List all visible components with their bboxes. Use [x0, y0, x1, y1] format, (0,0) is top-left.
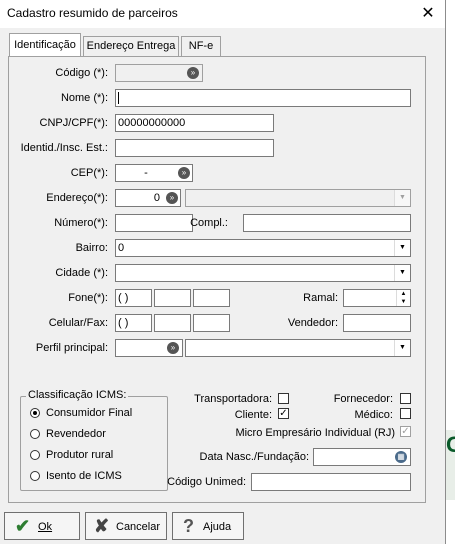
cnpj-label: CNPJ/CPF(*): — [39, 117, 108, 129]
transportadora-label: Transportadora: — [194, 393, 272, 405]
icms-group-title: Classificação ICMS: — [26, 389, 129, 401]
cancel-button[interactable]: ✘ Cancelar — [85, 512, 167, 540]
perfil-combo[interactable]: ▼ — [185, 339, 411, 357]
bairro-combo[interactable]: 0 ▼ — [115, 239, 411, 257]
celular-label: Celular/Fax: — [48, 317, 108, 329]
celular-ddd-field[interactable]: ( ) — [115, 314, 152, 332]
title-bar: Cadastro resumido de parceiros ✕ — [0, 0, 445, 28]
cliente-label: Cliente: — [234, 409, 272, 421]
help-button[interactable]: ? Ajuda — [172, 512, 244, 540]
numero-field[interactable] — [115, 214, 193, 232]
perfil-label: Perfil principal: — [35, 342, 108, 354]
codigo-label: Código (*): — [55, 67, 108, 79]
tab-nfe[interactable]: NF-e — [181, 36, 221, 56]
cnpj-field[interactable]: 00000000000 — [115, 114, 274, 132]
cep-lookup-icon[interactable]: » — [178, 167, 190, 179]
radio-produtor-rural-label: Produtor rural — [46, 449, 114, 461]
chevron-down-icon[interactable]: ▼ — [394, 265, 410, 281]
radio-isento-icms[interactable] — [30, 471, 40, 481]
cidade-label: Cidade (*): — [55, 267, 108, 279]
transportadora-checkbox[interactable] — [278, 393, 289, 404]
cliente-checkbox[interactable]: ✓ — [278, 408, 289, 419]
tab-identificacao[interactable]: Identificação — [9, 33, 81, 57]
radio-consumidor-final-label: Consumidor Final — [46, 407, 133, 419]
chevron-down-icon[interactable]: ▼ — [394, 240, 410, 256]
cep-label: CEP(*): — [70, 167, 108, 179]
perfil-lookup-icon[interactable]: » — [167, 342, 179, 354]
codigo-unimed-label: Código Unimed: — [167, 476, 246, 488]
data-nasc-label: Data Nasc./Fundação: — [199, 451, 309, 463]
celular-prefix-field[interactable] — [154, 314, 191, 332]
nome-field[interactable] — [115, 89, 411, 107]
radio-revendedor-label: Revendedor — [46, 428, 106, 440]
ok-button[interactable]: ✔ Ok — [4, 512, 80, 540]
calendar-icon[interactable]: ▦ — [395, 451, 407, 463]
question-icon: ? — [183, 516, 194, 536]
check-icon: ✔ — [15, 516, 31, 536]
cidade-combo[interactable]: ▼ — [115, 264, 411, 282]
endereco-lookup-icon[interactable]: » — [166, 192, 178, 204]
nome-label: Nome (*): — [60, 92, 108, 104]
fornecedor-checkbox[interactable] — [400, 393, 411, 404]
codigo-unimed-field[interactable] — [251, 473, 411, 491]
radio-revendedor[interactable] — [30, 429, 40, 439]
data-nasc-field[interactable]: ▦ — [313, 448, 411, 466]
perfil-code-field[interactable]: » — [115, 339, 183, 357]
medico-checkbox[interactable] — [400, 408, 411, 419]
radio-isento-icms-label: Isento de ICMS — [46, 470, 122, 482]
fone-ddd-field[interactable]: ( ) — [115, 289, 152, 307]
chevron-down-icon[interactable]: ▼ — [394, 190, 410, 206]
dialog-window: Cadastro resumido de parceiros ✕ Identif… — [0, 0, 446, 544]
compl-label: Compl.: — [190, 217, 228, 229]
identid-label: Identid./Insc. Est.: — [20, 142, 108, 154]
bairro-label: Bairro: — [75, 242, 108, 254]
tab-endereco-entrega[interactable]: Endereço Entrega — [83, 36, 179, 56]
window-title: Cadastro resumido de parceiros — [7, 6, 178, 20]
numero-label: Número(*): — [54, 217, 108, 229]
background-window-edge: G — [446, 430, 455, 500]
endereco-combo[interactable]: ▼ — [185, 189, 411, 207]
fornecedor-label: Fornecedor: — [333, 393, 393, 405]
close-button[interactable]: ✕ — [411, 0, 445, 28]
micro-empresario-label: Micro Empresário Individual (RJ) — [235, 427, 395, 439]
spinner-icon[interactable]: ▲ ▼ — [396, 290, 410, 306]
medico-label: Médico: — [354, 409, 393, 421]
lookup-icon[interactable]: » — [187, 67, 199, 79]
radio-consumidor-final[interactable] — [30, 408, 40, 418]
bairro-value: 0 — [118, 242, 125, 254]
fone-number-field[interactable] — [193, 289, 230, 307]
vendedor-label: Vendedor: — [287, 317, 338, 329]
chevron-down-icon[interactable]: ▼ — [394, 340, 410, 356]
compl-field[interactable] — [243, 214, 411, 232]
vendedor-field[interactable] — [343, 314, 411, 332]
ramal-field[interactable]: ▲ ▼ — [343, 289, 411, 307]
micro-empresario-checkbox[interactable]: ✓ — [400, 426, 411, 437]
celular-number-field[interactable] — [193, 314, 230, 332]
endereco-label: Endereço(*): — [46, 192, 108, 204]
identid-field[interactable] — [115, 139, 274, 157]
radio-produtor-rural[interactable] — [30, 450, 40, 460]
cross-icon: ✘ — [94, 516, 110, 536]
fone-label: Fone(*): — [68, 292, 108, 304]
fone-prefix-field[interactable] — [154, 289, 191, 307]
ramal-label: Ramal: — [303, 292, 338, 304]
codigo-field[interactable]: » — [115, 64, 203, 82]
